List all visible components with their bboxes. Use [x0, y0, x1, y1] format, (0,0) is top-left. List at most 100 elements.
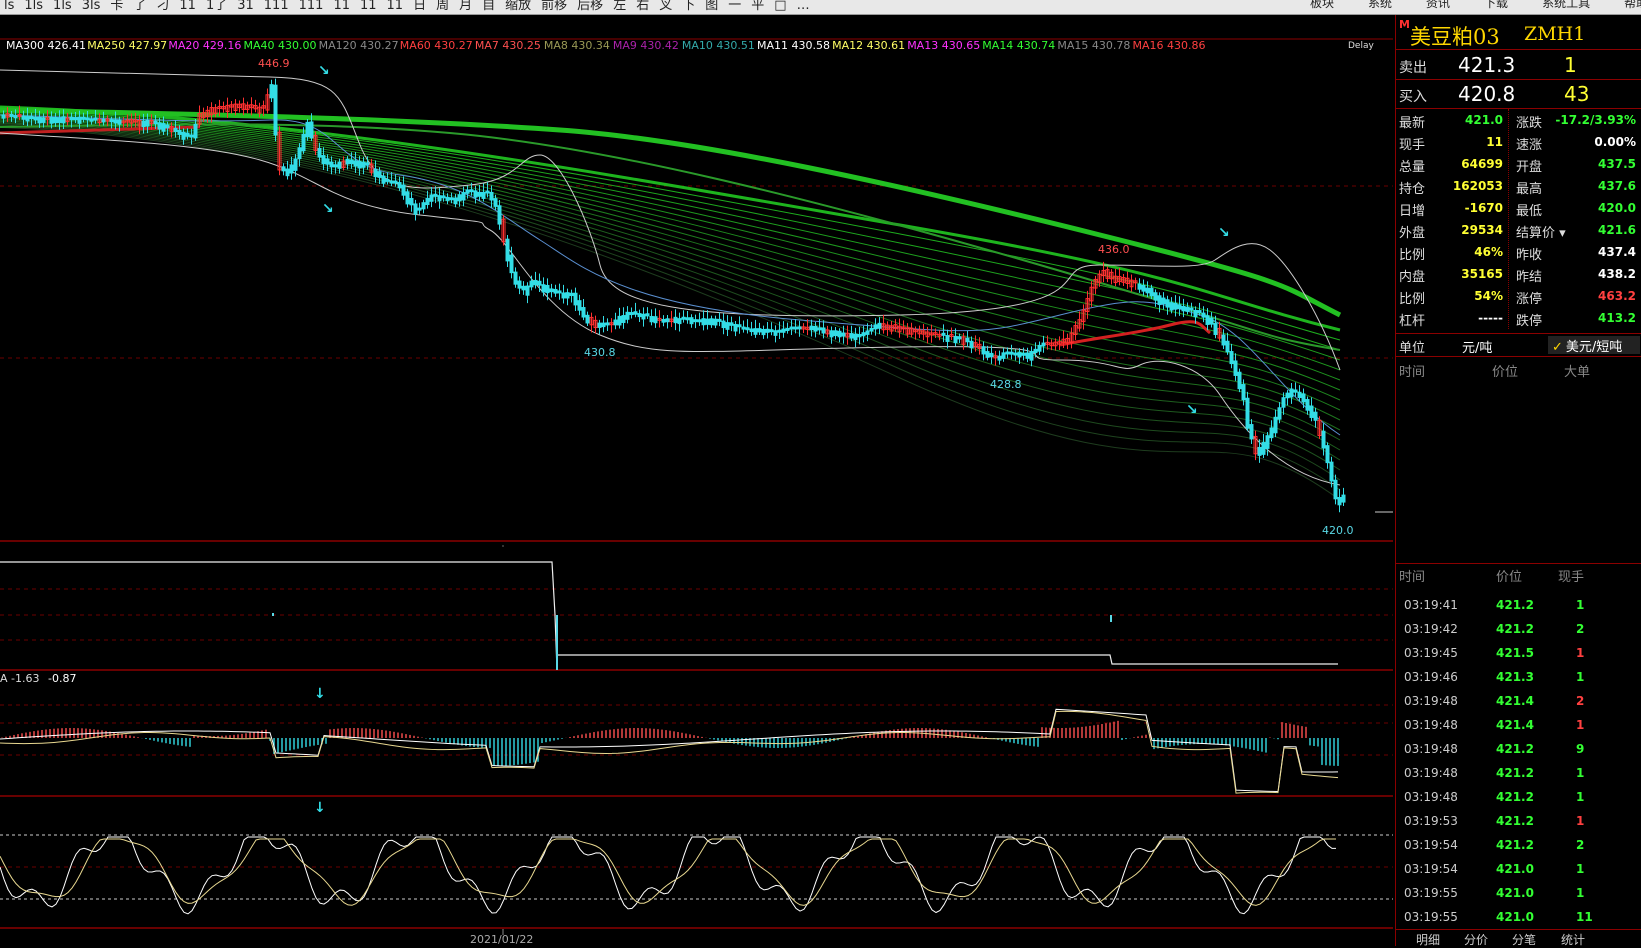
candle-body — [1201, 312, 1206, 318]
detail-tabs[interactable]: 明细 分价 分笔 统计 — [1396, 929, 1641, 948]
candle-body — [13, 115, 18, 119]
chart-area[interactable]: MA300 426.41 MA250 427.97 MA20 429.16 MA40 … — [0, 15, 1395, 946]
candle-body — [9, 113, 14, 117]
trade-row[interactable]: 03:19:54 421.2 2 — [1396, 834, 1641, 858]
toolbar-icon-28[interactable]: 平 — [751, 0, 764, 13]
trade-qty: 1 — [1576, 790, 1585, 804]
trade-list[interactable]: 03:19:41 421.2 1 03:19:42 421.2 2 03:19:45 421.… — [1396, 594, 1641, 930]
tab-1[interactable]: 分价 — [1464, 931, 1488, 948]
toolbar-icon-15[interactable]: 日 — [413, 0, 426, 13]
candle-body — [69, 116, 74, 121]
trade-row[interactable]: 03:19:48 421.2 1 — [1396, 762, 1641, 786]
trade-row[interactable]: 03:19:55 421.0 11 — [1396, 906, 1641, 930]
toolbar-icon-11[interactable]: 111 — [299, 0, 324, 13]
toolbar-icon-5[interactable]: 了 — [133, 0, 146, 13]
menu-item-2[interactable]: 资讯 — [1426, 0, 1450, 10]
trade-row[interactable]: 03:19:48 421.4 2 — [1396, 690, 1641, 714]
candle-body — [401, 184, 406, 196]
menu-item-0[interactable]: 板块 — [1310, 0, 1334, 10]
candle-body — [145, 119, 150, 127]
trade-row[interactable]: 03:19:48 421.4 1 — [1396, 714, 1641, 738]
toolbar-icon-6[interactable]: 刁 — [156, 0, 169, 13]
toolbar-icon-14[interactable]: 11 — [387, 0, 404, 13]
toolbar-icon-10[interactable]: 111 — [264, 0, 289, 13]
toolbar-icon-18[interactable]: 自 — [482, 0, 495, 13]
candle-body — [53, 116, 58, 124]
toolbar-icon-23[interactable]: 右 — [636, 0, 649, 13]
candle-body — [653, 316, 658, 324]
candle-body — [1169, 302, 1174, 311]
trade-row[interactable]: 03:19:48 421.2 1 — [1396, 786, 1641, 810]
trade-time: 03:19:48 — [1404, 742, 1458, 756]
candle-body — [1149, 287, 1154, 297]
toolbar-icon-25[interactable]: 下 — [682, 0, 695, 13]
unit-option-cny[interactable]: 元/吨 — [1462, 337, 1492, 356]
candle-body — [1041, 342, 1046, 347]
candle-body — [305, 121, 310, 138]
toolbar-icon-20[interactable]: 前移 — [541, 0, 567, 13]
trade-row[interactable]: 03:19:53 421.2 1 — [1396, 810, 1641, 834]
candle-body — [493, 198, 498, 207]
toolbar-icon-16[interactable]: 周 — [436, 0, 449, 13]
trade-price: 421.2 — [1496, 814, 1534, 828]
trade-price: 421.2 — [1496, 838, 1534, 852]
contract-code: ZMH1 — [1524, 23, 1586, 45]
candle-body — [329, 161, 334, 168]
candle-body — [317, 147, 322, 158]
toolbar-icon-8[interactable]: 1了 — [206, 0, 227, 13]
menu-item-4[interactable]: 系统工具 — [1542, 0, 1590, 10]
toolbar-menus[interactable]: 板块 系统 资讯 下载 系统工具 帮助 — [1310, 0, 1641, 11]
candle-body — [537, 280, 542, 286]
toolbar-icon-0[interactable]: ls — [4, 0, 14, 13]
trade-row[interactable]: 03:19:48 421.2 9 — [1396, 738, 1641, 762]
trade-row[interactable]: 03:19:54 421.0 1 — [1396, 858, 1641, 882]
bid-row[interactable]: 买入 420.8 43 — [1396, 80, 1641, 109]
candle-body — [1181, 305, 1186, 312]
toolbar-icon-3[interactable]: 3ls — [82, 0, 101, 13]
trade-row[interactable]: 03:19:42 421.2 2 — [1396, 618, 1641, 642]
toolbar-icon-17[interactable]: 月 — [459, 0, 472, 13]
toolbar-icon-9[interactable]: 31 — [237, 0, 254, 13]
menu-item-3[interactable]: 下载 — [1484, 0, 1508, 10]
candle-body — [1261, 442, 1266, 455]
toolbar-icon-22[interactable]: 左 — [613, 0, 626, 13]
tab-3[interactable]: 统计 — [1561, 931, 1585, 948]
toolbar-icon-19[interactable]: 缩放 — [505, 0, 531, 13]
trade-row[interactable]: 03:19:41 421.2 1 — [1396, 594, 1641, 618]
candle-body — [737, 324, 742, 328]
toolbar-icon-30[interactable]: … — [797, 0, 810, 13]
trade-row[interactable]: 03:19:45 421.5 1 — [1396, 642, 1641, 666]
toolbar-icons[interactable]: ls 1ls 1ls 3ls 卡了刁 11 1了 31 111 111 11 11 11 日周月自缩放 前移… — [4, 0, 820, 13]
menu-item-1[interactable]: 系统 — [1368, 0, 1392, 10]
candle-body — [449, 197, 454, 201]
toolbar-icon-1[interactable]: 1ls — [24, 0, 43, 13]
stat-label: 涨跌 — [1516, 116, 1543, 131]
toolbar-icon-4[interactable]: 卡 — [110, 0, 123, 13]
candle-body — [1017, 352, 1022, 358]
toolbar-icon-24[interactable]: 叉 — [659, 0, 672, 13]
stat-row: 现手 11 速涨 0.00% — [1396, 131, 1641, 153]
tab-0[interactable]: 明细 — [1416, 931, 1440, 948]
toolbar-icon-27[interactable]: 一 — [728, 0, 741, 13]
stat-label: 跌停 — [1516, 314, 1543, 329]
trade-row[interactable]: 03:19:55 421.0 1 — [1396, 882, 1641, 906]
ask-row[interactable]: 卖出 421.3 1 — [1396, 51, 1641, 80]
ma-legend-item: MA40 430.00 — [244, 39, 317, 52]
toolbar-icon-21[interactable]: 后移 — [577, 0, 603, 13]
candle-body — [649, 315, 654, 323]
candle-body — [549, 288, 554, 293]
toolbar-icon-7[interactable]: 11 — [179, 0, 196, 13]
stat-value: 29534 — [1461, 223, 1503, 237]
menu-item-5[interactable]: 帮助 — [1624, 0, 1641, 10]
toolbar-icon-29[interactable]: □ — [774, 0, 786, 13]
ma-legend: MA300 426.41 MA250 427.97 MA20 429.16 MA40 … — [6, 39, 1206, 52]
unit-option-usd[interactable]: ✓ 美元/短吨 — [1548, 336, 1640, 355]
toolbar-icon-26[interactable]: 图 — [705, 0, 718, 13]
candle-body — [769, 329, 774, 333]
toolbar-icon-13[interactable]: 11 — [360, 0, 377, 13]
candle-body — [541, 284, 546, 293]
toolbar-icon-2[interactable]: 1ls — [53, 0, 72, 13]
tab-2[interactable]: 分笔 — [1512, 931, 1536, 948]
toolbar-icon-12[interactable]: 11 — [333, 0, 350, 13]
trade-row[interactable]: 03:19:46 421.3 1 — [1396, 666, 1641, 690]
